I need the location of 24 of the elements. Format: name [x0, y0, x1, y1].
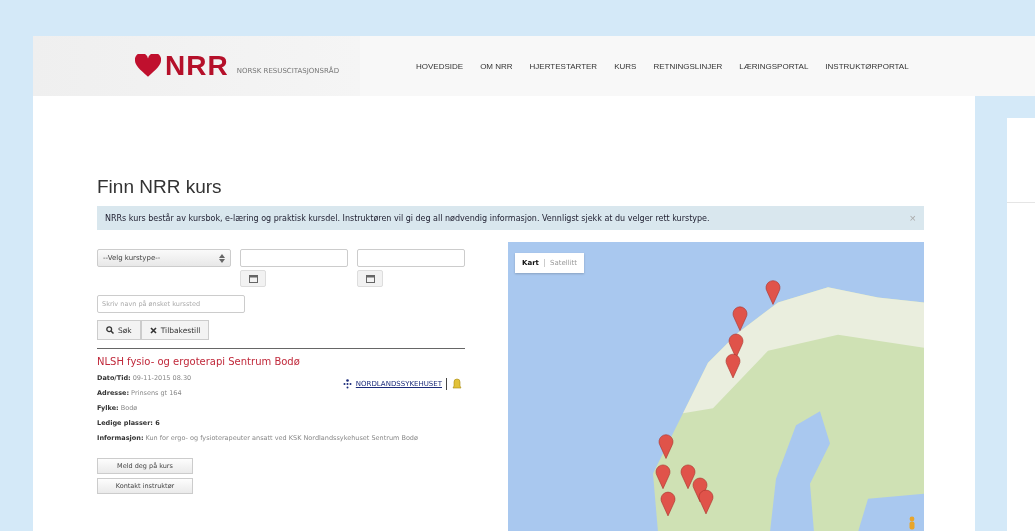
- date-field[interactable]: [357, 249, 465, 267]
- calendar-icon: [248, 274, 258, 283]
- search-icon: [106, 326, 114, 334]
- spinner-arrows-icon: [219, 253, 225, 263]
- calendar-icon: [365, 274, 375, 283]
- dots-icon: [342, 379, 352, 389]
- date-field[interactable]: [240, 249, 348, 267]
- nav-link[interactable]: RETNINGSLINJER: [653, 61, 723, 71]
- nav-link[interactable]: KURS: [614, 61, 637, 71]
- course-title[interactable]: NLSH fysio- og ergoterapi Sentrum Bodø: [97, 356, 465, 367]
- alert-text: NRRs kurs består av kursbok, e-læring og praktisk kursdel. Instruktøren vil gi deg all nødvendig informasjon. Vennligst sjekk at du velger rett kurstype.: [105, 213, 710, 223]
- calendar-button[interactable]: [357, 270, 383, 287]
- nav-link[interactable]: OM NRR: [480, 61, 513, 71]
- heart-icon: [135, 54, 161, 78]
- bell-icon: [451, 378, 463, 390]
- nav-link[interactable]: LÆRINGSPORTAL: [739, 61, 809, 71]
- calendar-button[interactable]: [240, 270, 266, 287]
- nav-link[interactable]: INSTRUKTØRPORTAL: [825, 61, 909, 71]
- nav-link[interactable]: HOVEDSIDE: [416, 61, 464, 71]
- page-title: Finn NRR kurs: [97, 176, 223, 198]
- logo-text: NRR: [165, 50, 229, 82]
- nav-link[interactable]: HJERTESTARTER: [529, 61, 598, 71]
- close-icon: [149, 326, 157, 334]
- pegman-icon[interactable]: [908, 516, 916, 530]
